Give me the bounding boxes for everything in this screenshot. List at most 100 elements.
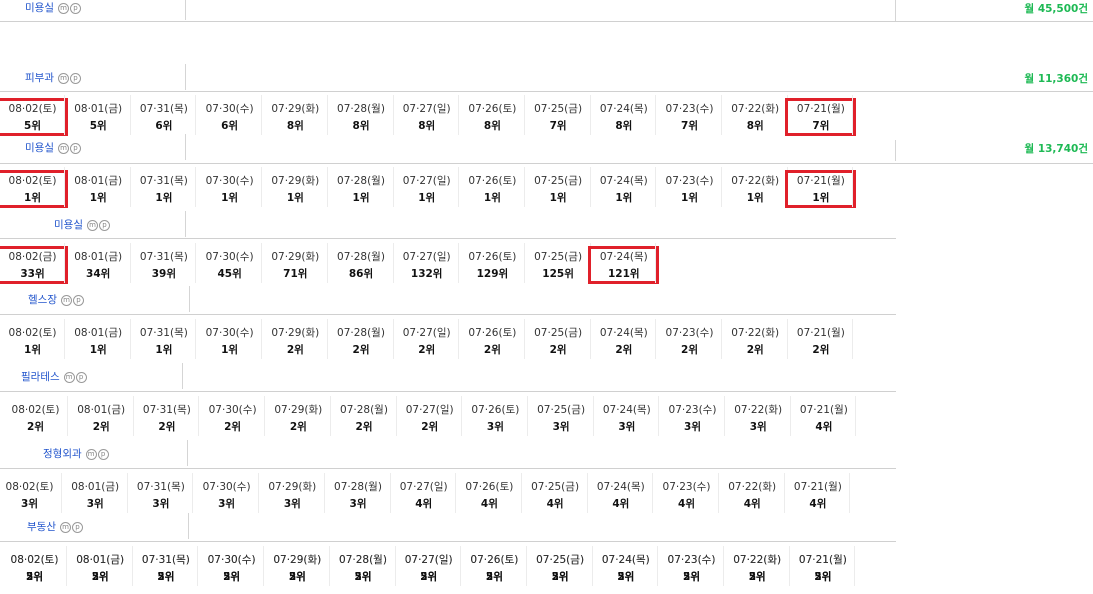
keyword-divider — [185, 211, 186, 237]
keyword-label[interactable]: 헬스장 m p — [28, 292, 84, 307]
rank-value: 1위 — [812, 192, 830, 204]
rank-value: 125위 — [542, 268, 574, 280]
keyword-label[interactable]: 미용실 m p — [25, 0, 81, 15]
monthly-search-count: 월 45,500건 — [1024, 3, 1089, 15]
row-divider — [0, 163, 1093, 164]
rank-date: 07·22(화) — [728, 481, 777, 493]
rank-cell: 07·28(월) 2위 — [332, 396, 397, 436]
rank-cell: 07·28(월) 2위 — [329, 319, 394, 359]
rank-cell: 08·01(금) 1위 — [66, 319, 131, 359]
rank-value: 8위 — [286, 120, 304, 132]
rank-value: 4위 — [612, 498, 630, 510]
rank-value: 5위 — [89, 120, 107, 132]
rank-cell: 08·01(금) 2위 — [69, 396, 134, 436]
rank-date: 08·02(토) — [8, 103, 57, 115]
rank-date: 07·25(금) — [537, 404, 586, 416]
rank-value: 1위 — [24, 192, 41, 204]
rank-value: 132위 — [410, 268, 443, 280]
rank-date: 08·02(토) — [11, 404, 60, 416]
rank-cell: 07·26(토) 4위 — [457, 473, 522, 513]
rank-cell: 07·31(목) 6위 — [131, 95, 197, 135]
rank-value: 2위 — [355, 421, 373, 433]
rank-value: 2위 — [286, 344, 304, 356]
rank-value: 3위 — [218, 498, 236, 510]
rank-cell: 07·27(일) 2위 — [397, 396, 463, 436]
pc-icon: p — [69, 143, 81, 154]
rank-date: 07·31(목) — [139, 175, 188, 187]
rank-date: 07·26(토) — [468, 103, 517, 115]
rank-cell: 07·23(수) 3위 — [660, 396, 725, 436]
keyword-label[interactable]: 미용실 m p — [25, 140, 81, 155]
rank-cell: 07·28(월) 8위 — [329, 95, 394, 135]
rank-value: 2위 — [92, 421, 110, 433]
rank-date: 07·31(목) — [136, 481, 185, 493]
rank-cell: 08·01(금) 5위 — [68, 546, 133, 586]
rank-date: 07·30(수) — [202, 481, 251, 493]
rank-date: 07·24(목) — [596, 481, 645, 493]
rank-value: 5위 — [223, 571, 241, 583]
rank-date: 07·29(화) — [274, 404, 323, 416]
keyword-label[interactable]: 필라테스 m p — [21, 369, 87, 384]
rank-date: 07·27(일) — [402, 103, 451, 115]
rank-cell: 08·02(토) 5위 — [2, 546, 67, 586]
rank-value: 5위 — [354, 571, 372, 583]
pc-icon: p — [69, 3, 81, 14]
keyword-label[interactable]: 부동산 m p — [27, 519, 83, 534]
keyword-label[interactable]: 미용실 m p — [54, 217, 110, 232]
rank-value: 2위 — [483, 344, 501, 356]
rank-date: 07·30(수) — [208, 404, 257, 416]
rank-cell: 07·25(금) 7위 — [526, 95, 591, 135]
rank-cell: 07·25(금) 4위 — [523, 473, 588, 513]
rank-cell: 07·30(수) 2위 — [200, 396, 266, 436]
rank-date: 07·29(화) — [273, 554, 322, 566]
rank-value: 1위 — [155, 344, 173, 356]
rank-value: 1위 — [155, 192, 173, 204]
rank-date: 08·02(토) — [8, 175, 57, 187]
rank-value: 86위 — [348, 268, 374, 280]
rank-value: 2위 — [549, 344, 567, 356]
rank-value: 8위 — [352, 120, 370, 132]
rank-cell: 07·21(월) 4위 — [791, 396, 857, 436]
rank-value: 8위 — [418, 120, 436, 132]
rank-cell: 07·25(금) 3위 — [529, 396, 594, 436]
row-divider — [0, 468, 896, 469]
row-divider — [0, 91, 1093, 92]
rank-value: 6위 — [155, 120, 173, 132]
rank-cell: 08·02(토) 1위 — [0, 319, 65, 359]
rank-date: 08·02(토) — [5, 481, 54, 493]
rank-cell: 07·29(화) 2위 — [266, 396, 331, 436]
rank-cell: 07·30(수) 45위 — [197, 243, 263, 283]
rank-value: 4위 — [415, 498, 433, 510]
rank-value: 3위 — [152, 498, 170, 510]
rank-value: 1위 — [89, 344, 107, 356]
keyword-label[interactable]: 피부과 m p — [25, 70, 81, 85]
mobile-icon: m — [59, 522, 71, 533]
rank-date: 08·01(금) — [74, 327, 123, 339]
keyword-label[interactable]: 정형외과 m p — [43, 446, 109, 461]
rank-date: 07·25(금) — [531, 481, 580, 493]
rank-cell: 07·31(목) 1위 — [131, 167, 197, 207]
rank-cell: 07·27(일) 132위 — [394, 243, 460, 283]
keyword-divider — [189, 286, 190, 312]
rank-cell: 07·21(월) 5위 — [790, 546, 856, 586]
rank-cell: 07·29(화) 71위 — [263, 243, 328, 283]
rank-value: 5위 — [485, 571, 503, 583]
rank-date: 07·25(금) — [536, 554, 585, 566]
rank-date: 07·28(월) — [337, 103, 385, 115]
rank-value: 1위 — [746, 192, 764, 204]
rank-cell: 08·01(금) 1위 — [66, 167, 131, 207]
rank-value: 1위 — [681, 192, 698, 204]
pc-icon: p — [98, 220, 110, 231]
rank-date: 07·25(금) — [534, 327, 583, 339]
mobile-pc-icons: mp — [60, 294, 84, 306]
mobile-pc-icons: mp — [85, 448, 109, 460]
rank-value: 2위 — [681, 344, 698, 356]
rank-cell: 07·31(목) 39위 — [131, 243, 197, 283]
rank-date: 07·27(일) — [405, 404, 454, 416]
rank-cell: 08·01(금) 34위 — [66, 243, 131, 283]
rank-value: 3위 — [486, 421, 504, 433]
rank-date: 07·24(목) — [601, 554, 650, 566]
rank-cell: 07·30(수) 5위 — [199, 546, 265, 586]
rank-cell: 07·30(수) 1위 — [197, 319, 263, 359]
rank-date: 07·31(목) — [141, 554, 190, 566]
